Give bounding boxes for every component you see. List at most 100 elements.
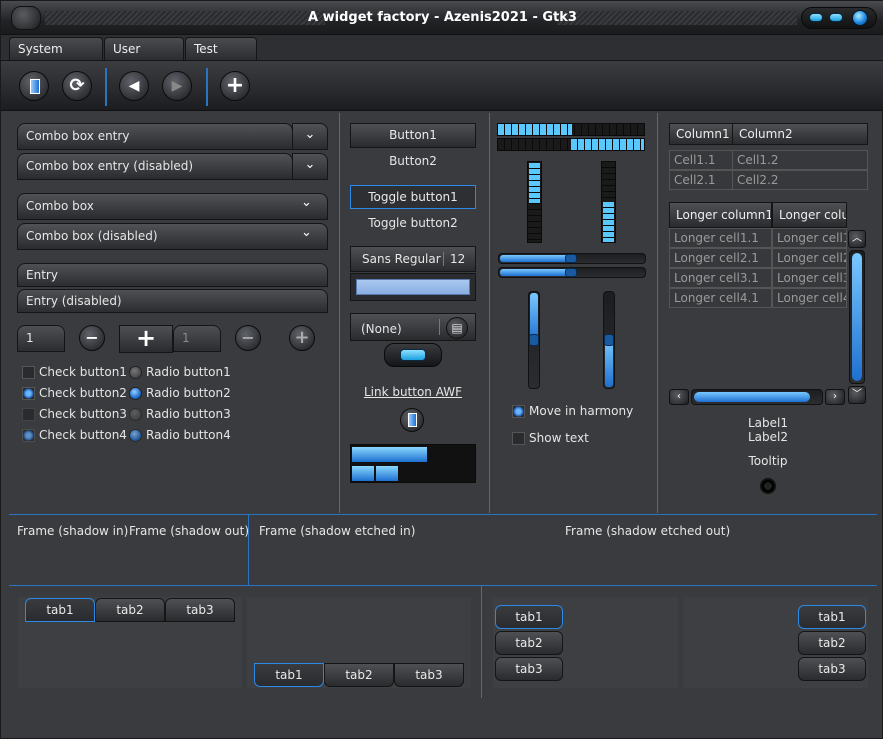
radio-button[interactable] — [129, 366, 142, 379]
checkbox-label: Check button2 — [39, 386, 127, 400]
frame-label: Frame (shadow etched out) — [565, 524, 731, 538]
table-cell[interactable]: Longer cell4. — [772, 288, 847, 308]
scale-slider[interactable] — [604, 334, 614, 346]
link-button[interactable]: Link button AWF — [350, 385, 476, 399]
radio-button-selected[interactable] — [129, 387, 142, 400]
menu-test[interactable]: Test menu — [185, 37, 257, 78]
chevron-down-icon: ⌄ — [301, 225, 312, 240]
combo-box-entry[interactable]: Combo box entry — [17, 123, 293, 150]
toggle-button1[interactable]: Toggle button1 — [350, 185, 476, 209]
tab-1[interactable]: tab1 — [495, 605, 563, 629]
table-cell[interactable]: Longer cell3. — [772, 268, 847, 288]
progress-fill — [529, 163, 540, 203]
tab-1[interactable]: tab1 — [798, 605, 866, 629]
column-separator — [657, 113, 658, 513]
table-cell[interactable]: Longer cell1.1 — [669, 228, 772, 248]
scroll-down-icon[interactable]: ﹀ — [848, 386, 866, 404]
table-cell[interactable]: Cell2.1 — [669, 170, 733, 190]
increment-icon[interactable]: + — [119, 325, 173, 353]
column-header[interactable]: Column1 — [669, 123, 733, 145]
decrement-icon[interactable]: − — [79, 325, 105, 351]
toolbar-separator — [105, 68, 107, 106]
tab-2[interactable]: tab2 — [95, 598, 165, 622]
table-cell[interactable]: Cell2.2 — [732, 170, 868, 190]
frame-label: Frame (shadow etched in) — [259, 524, 416, 538]
door-icon[interactable] — [400, 408, 424, 432]
table-cell[interactable]: Cell1.2 — [732, 150, 868, 170]
scroll-right-icon[interactable]: › — [825, 389, 845, 405]
refresh-icon[interactable]: ⟳ — [62, 71, 92, 101]
scale-slider[interactable] — [565, 268, 577, 277]
combo-box-disabled: Combo box (disabled) — [17, 223, 328, 250]
color-button[interactable] — [350, 273, 476, 301]
column-header[interactable]: Column2 — [732, 123, 868, 145]
column-header[interactable]: Longer colun — [772, 202, 847, 228]
color-swatch — [356, 279, 470, 295]
tab-2[interactable]: tab2 — [324, 663, 394, 687]
checkbox-checked[interactable] — [512, 405, 525, 418]
door-icon[interactable] — [19, 71, 49, 101]
progress-bars-horizontal — [497, 123, 645, 151]
hscale2[interactable] — [498, 267, 646, 278]
section-separator — [9, 585, 877, 586]
button1[interactable]: Button1 — [350, 123, 476, 148]
progress-bar-vertical — [601, 161, 616, 243]
maximize-button[interactable] — [829, 13, 843, 22]
go-back-icon[interactable]: ◀ — [119, 71, 149, 101]
tab-1[interactable]: tab1 — [25, 598, 95, 622]
table-cell[interactable]: Longer cell2.1 — [669, 248, 772, 268]
table-cell[interactable]: Cell1.1 — [669, 150, 733, 170]
close-button[interactable] — [852, 10, 868, 26]
progress-bar-vertical — [527, 161, 542, 243]
table-cell[interactable]: Longer cell1. — [772, 228, 847, 248]
table-cell[interactable]: Longer cell4.1 — [669, 288, 772, 308]
vscale2[interactable] — [603, 291, 615, 389]
checkbox[interactable] — [22, 366, 35, 379]
window-title: A widget factory - Azenis2021 - Gtk3 — [308, 10, 577, 25]
radio-label: Radio button4 — [146, 428, 231, 442]
tab-3[interactable]: tab3 — [798, 657, 866, 681]
tab-3[interactable]: tab3 — [394, 663, 464, 687]
checkbox-disabled — [22, 429, 35, 442]
file-chooser-separator — [439, 319, 440, 335]
increment-icon: + — [289, 325, 315, 351]
combo-box[interactable]: Combo box — [17, 193, 328, 220]
add-icon[interactable]: + — [220, 71, 250, 101]
horizontal-scrollbar[interactable] — [691, 389, 823, 405]
scale-slider[interactable] — [529, 334, 539, 346]
section-separator — [9, 514, 877, 515]
checkbox[interactable] — [512, 432, 525, 445]
tab-3[interactable]: tab3 — [495, 657, 563, 681]
menu-system-theme[interactable]: System theme — [9, 37, 103, 78]
tab-2[interactable]: tab2 — [798, 631, 866, 655]
radio-label: Radio button1 — [146, 365, 231, 379]
tab-2[interactable]: tab2 — [495, 631, 563, 655]
chevron-down-icon[interactable]: ⌄ — [292, 123, 328, 150]
table-cell[interactable]: Longer cell2. — [772, 248, 847, 268]
vscale1[interactable] — [528, 291, 540, 389]
spin-entry[interactable]: 1 — [17, 325, 65, 352]
tooltip-label: Tooltip — [748, 454, 788, 468]
font-button-separator — [443, 252, 444, 266]
column-header[interactable]: Longer column1 — [669, 202, 772, 228]
tab-1[interactable]: tab1 — [254, 663, 324, 687]
scroll-up-icon[interactable]: ︿ — [848, 230, 866, 248]
scrollbar-thumb[interactable] — [852, 253, 862, 381]
vertical-scrollbar[interactable] — [849, 250, 865, 384]
scrollbar-thumb[interactable] — [694, 392, 810, 402]
menu-user-theme[interactable]: User theme — [104, 37, 184, 78]
hscale1[interactable] — [498, 253, 646, 264]
entry-field[interactable]: Entry — [17, 263, 328, 287]
column-separator — [339, 113, 340, 513]
scroll-left-icon[interactable]: ‹ — [669, 389, 689, 405]
go-forward-icon[interactable]: ▶ — [162, 71, 192, 101]
switch[interactable] — [384, 343, 442, 367]
checkbox-checked[interactable] — [22, 387, 35, 400]
scale-slider[interactable] — [565, 254, 577, 263]
table-cell[interactable]: Longer cell3.1 — [669, 268, 772, 288]
document-icon: ▤ — [446, 317, 468, 339]
minimize-button[interactable] — [809, 13, 823, 22]
frame-label: Frame (shadow out) — [129, 524, 250, 538]
tab-3[interactable]: tab3 — [165, 598, 235, 622]
checkbox-label: Check button3 — [39, 407, 127, 421]
